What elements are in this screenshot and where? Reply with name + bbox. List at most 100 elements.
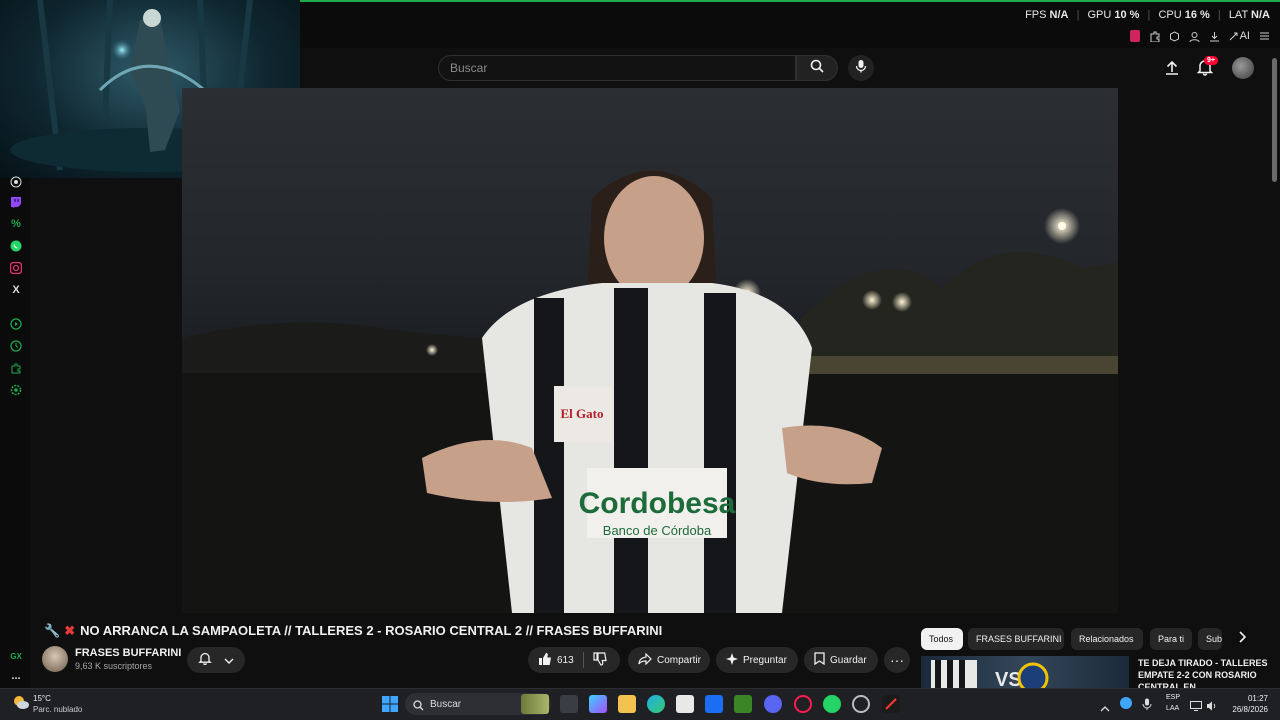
- notification-badge: 9+: [1204, 56, 1218, 65]
- ai-button[interactable]: AI: [1229, 30, 1250, 42]
- extension-icon-shield[interactable]: [1129, 30, 1141, 42]
- weather-temperature[interactable]: 15°C: [33, 694, 51, 703]
- voice-search-button[interactable]: [848, 55, 874, 81]
- subscriber-count: 9,63 K suscriptores: [75, 661, 153, 671]
- sidebar-ai-icon[interactable]: [8, 174, 24, 190]
- thumbs-down-icon: [593, 651, 607, 666]
- extension-toolbar: AI: [1129, 30, 1270, 42]
- filter-chip[interactable]: Relacionados: [1071, 628, 1143, 650]
- whatsapp-taskbar-icon[interactable]: [823, 695, 841, 713]
- bookmark-icon: [814, 652, 825, 668]
- lat-label: LAT: [1228, 9, 1248, 21]
- file-explorer-icon[interactable]: [618, 695, 636, 713]
- weather-description[interactable]: Parc. nublado: [33, 705, 82, 714]
- search-input[interactable]: [438, 55, 796, 81]
- history-icon[interactable]: [8, 338, 24, 354]
- steam-icon[interactable]: [852, 695, 870, 713]
- minecraft-icon[interactable]: [734, 695, 752, 713]
- volume-icon[interactable]: [1206, 698, 1218, 716]
- like-button[interactable]: 613: [538, 652, 574, 669]
- jersey-badge-text: El Gato: [561, 406, 604, 421]
- edge-icon[interactable]: [647, 695, 665, 713]
- cpu-value: 16 %: [1184, 9, 1210, 21]
- like-dislike-group: 613: [528, 647, 620, 673]
- sidebar-percent-icon[interactable]: %: [8, 216, 24, 232]
- accent-line: [300, 0, 1280, 2]
- store-icon[interactable]: [676, 695, 694, 713]
- menu-icon[interactable]: [1258, 30, 1270, 42]
- fps-value: N/A: [1049, 9, 1069, 21]
- chevron-right-icon: [1239, 630, 1247, 648]
- like-count: 613: [557, 654, 574, 666]
- discord-icon[interactable]: [764, 695, 782, 713]
- channel-name[interactable]: FRASES BUFFARINI: [75, 647, 181, 659]
- weather-icon[interactable]: [12, 694, 30, 715]
- tray-microphone-icon[interactable]: [1142, 697, 1152, 715]
- tray-chevron-up-icon[interactable]: [1100, 699, 1110, 717]
- upload-icon: [1163, 60, 1181, 81]
- cpu-label: CPU: [1158, 9, 1182, 21]
- fps-label: FPS: [1025, 9, 1047, 21]
- instagram-icon[interactable]: [8, 260, 24, 276]
- extension-icon-cube[interactable]: [1169, 30, 1181, 42]
- whatsapp-icon[interactable]: [8, 238, 24, 254]
- settings-icon[interactable]: [8, 382, 24, 398]
- tray-app-icon[interactable]: [1120, 697, 1132, 709]
- search-placeholder: Buscar: [450, 61, 488, 75]
- app-icon-red[interactable]: [882, 695, 900, 713]
- channel-avatar[interactable]: [42, 646, 68, 672]
- taskbar-search-icon: [413, 698, 424, 716]
- input-language[interactable]: ESP: [1166, 694, 1180, 701]
- network-icon[interactable]: [1190, 698, 1202, 716]
- gpu-label: GPU: [1087, 9, 1112, 21]
- filter-chip[interactable]: Subi: [1198, 628, 1222, 650]
- twitch-icon[interactable]: [8, 194, 24, 210]
- taskbar-date[interactable]: 26/8/2026: [1222, 705, 1268, 714]
- notifications-button[interactable]: 9+: [1196, 56, 1218, 78]
- save-label: Guardar: [830, 654, 867, 666]
- copilot-icon[interactable]: [589, 695, 607, 713]
- page-scrollbar[interactable]: [1272, 58, 1277, 182]
- windows-start-icon[interactable]: [381, 695, 399, 713]
- subscription-bell-button[interactable]: [187, 647, 245, 673]
- dislike-button[interactable]: [593, 651, 607, 669]
- search-button[interactable]: [796, 55, 838, 81]
- chips-next-button[interactable]: [1233, 629, 1253, 649]
- gx-control-icon[interactable]: GX: [8, 648, 24, 664]
- filter-chip[interactable]: Para ti: [1150, 628, 1192, 650]
- thumbs-up-icon: [538, 652, 552, 669]
- share-button[interactable]: Compartir: [628, 647, 710, 673]
- search-highlight-image: [521, 694, 549, 714]
- x-twitter-icon[interactable]: X: [8, 282, 24, 298]
- share-label: Compartir: [657, 654, 701, 666]
- taskbar-search-label: Buscar: [430, 699, 462, 710]
- more-actions-button[interactable]: ···: [884, 647, 910, 673]
- taskbar-clock[interactable]: 01:27: [1222, 694, 1268, 703]
- video-player[interactable]: Cordobesa Banco de Córdoba El Gato: [182, 88, 1118, 613]
- filter-chip[interactable]: Todos: [921, 628, 963, 650]
- filter-chip[interactable]: FRASES BUFFARINI: [968, 628, 1064, 650]
- download-icon[interactable]: [1209, 30, 1221, 42]
- jersey-sponsor-text: Cordobesa: [579, 487, 736, 520]
- sidebar-more-icon[interactable]: ...: [8, 668, 24, 684]
- windows-taskbar: [0, 688, 1280, 720]
- ask-button[interactable]: Preguntar: [716, 647, 798, 673]
- input-layout[interactable]: LAA: [1166, 705, 1179, 712]
- extensions-icon[interactable]: [8, 360, 24, 376]
- extension-icon-puzzle[interactable]: [1149, 30, 1161, 42]
- gpu-value: 10 %: [1114, 9, 1140, 21]
- search-icon: [810, 59, 824, 78]
- save-button[interactable]: Guardar: [804, 647, 878, 673]
- opera-gx-icon[interactable]: [794, 695, 812, 713]
- recommended-video-thumbnail[interactable]: VS: [921, 656, 1129, 688]
- account-avatar[interactable]: [1232, 57, 1254, 79]
- extension-icon-user[interactable]: [1189, 30, 1201, 42]
- jersey-sponsor-subtext: Banco de Córdoba: [603, 523, 712, 538]
- mail-icon[interactable]: [705, 695, 723, 713]
- task-view-icon[interactable]: [560, 695, 578, 713]
- player-icon[interactable]: [8, 316, 24, 332]
- wrench-emoji-icon: 🔧: [44, 623, 61, 638]
- browser-sidebar: % X GX ...: [0, 176, 30, 688]
- microphone-icon: [855, 59, 867, 78]
- upload-button[interactable]: [1163, 59, 1181, 77]
